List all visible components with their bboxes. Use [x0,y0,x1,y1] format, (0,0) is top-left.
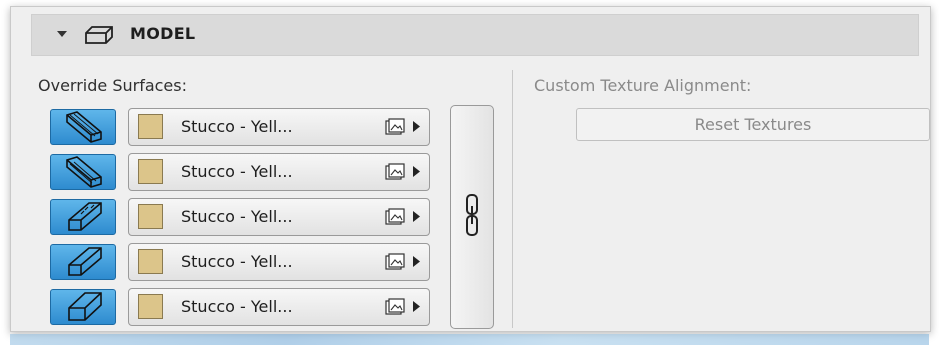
image-icon [385,118,405,135]
material-swatch [138,294,163,319]
material-name: Stucco - Yell... [181,207,293,226]
material-swatch [138,249,163,274]
image-icon [385,208,405,225]
image-icon [385,253,405,270]
image-icon [385,163,405,180]
caret-right-icon[interactable] [413,121,420,132]
material-swatch [138,114,163,139]
caret-right-icon[interactable] [413,256,420,267]
override-surfaces-label: Override Surfaces: [38,76,187,95]
caret-right-icon[interactable] [413,211,420,222]
column-divider [512,70,513,328]
surface-bottom-icon[interactable] [50,154,116,190]
material-name: Stucco - Yell... [181,117,293,136]
section-title: MODEL [130,24,196,43]
background-strip [10,334,929,345]
reset-textures-button[interactable]: Reset Textures [576,108,930,141]
material-button-3[interactable]: Stucco - Yell... [128,198,430,236]
material-button-5[interactable]: Stucco - Yell... [128,288,430,326]
material-name: Stucco - Yell... [181,252,293,271]
model-box-icon [85,26,113,44]
caret-right-icon[interactable] [413,301,420,312]
surface-end-icon[interactable] [50,289,116,325]
material-swatch [138,159,163,184]
caret-right-icon[interactable] [413,166,420,177]
material-button-1[interactable]: Stucco - Yell... [128,108,430,146]
section-header[interactable]: MODEL [31,14,919,56]
material-button-4[interactable]: Stucco - Yell... [128,243,430,281]
surface-top-icon[interactable] [50,109,116,145]
link-materials-button[interactable] [450,105,494,329]
surface-edge-icon[interactable] [50,244,116,280]
image-icon [385,298,405,315]
chain-link-icon [466,194,478,236]
material-name: Stucco - Yell... [181,297,293,316]
custom-texture-alignment-label: Custom Texture Alignment: [534,76,752,95]
material-swatch [138,204,163,229]
material-name: Stucco - Yell... [181,162,293,181]
surface-side-icon[interactable] [50,199,116,235]
material-button-2[interactable]: Stucco - Yell... [128,153,430,191]
chevron-down-icon[interactable] [56,28,68,40]
